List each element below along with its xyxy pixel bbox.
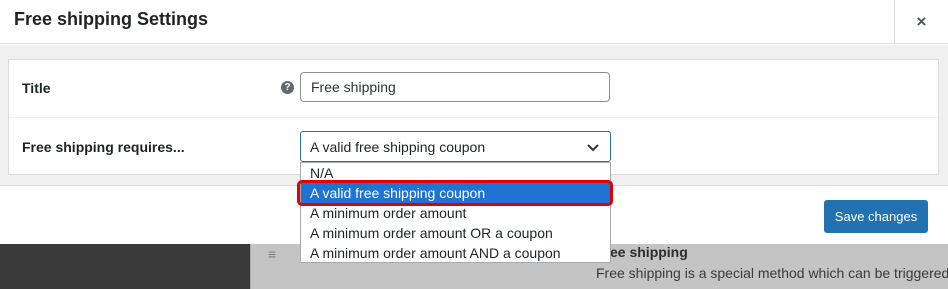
save-changes-button[interactable]: Save changes [824, 200, 928, 233]
help-icon[interactable]: ? [281, 81, 294, 94]
close-icon: × [916, 12, 927, 31]
chevron-down-icon [587, 144, 599, 152]
option-minimum-amount-and-coupon[interactable]: A minimum order amount AND a coupon [301, 243, 610, 263]
title-input[interactable] [300, 72, 610, 102]
modal-header: Free shipping Settings × [0, 0, 948, 44]
option-minimum-order-amount[interactable]: A minimum order amount [301, 203, 610, 223]
drag-handle-icon: ≡ [268, 246, 277, 262]
close-button[interactable]: × [894, 0, 948, 44]
requires-select-value: A valid free shipping coupon [310, 139, 486, 155]
option-minimum-amount-or-coupon[interactable]: A minimum order amount OR a coupon [301, 223, 610, 243]
background-divider [250, 244, 251, 289]
background-sidebar-shade [0, 244, 250, 289]
requires-label: Free shipping requires... [22, 139, 185, 155]
option-na[interactable]: N/A [301, 163, 610, 183]
option-free-shipping-coupon[interactable]: A valid free shipping coupon [301, 183, 610, 203]
modal-title: Free shipping Settings [14, 9, 209, 29]
requires-select[interactable]: A valid free shipping coupon [300, 131, 611, 162]
title-label: Title [22, 80, 51, 96]
requires-dropdown-list: N/A A valid free shipping coupon A minim… [300, 162, 611, 263]
background-method-description: Free shipping is a special method which … [596, 265, 948, 281]
row-divider [9, 117, 938, 118]
